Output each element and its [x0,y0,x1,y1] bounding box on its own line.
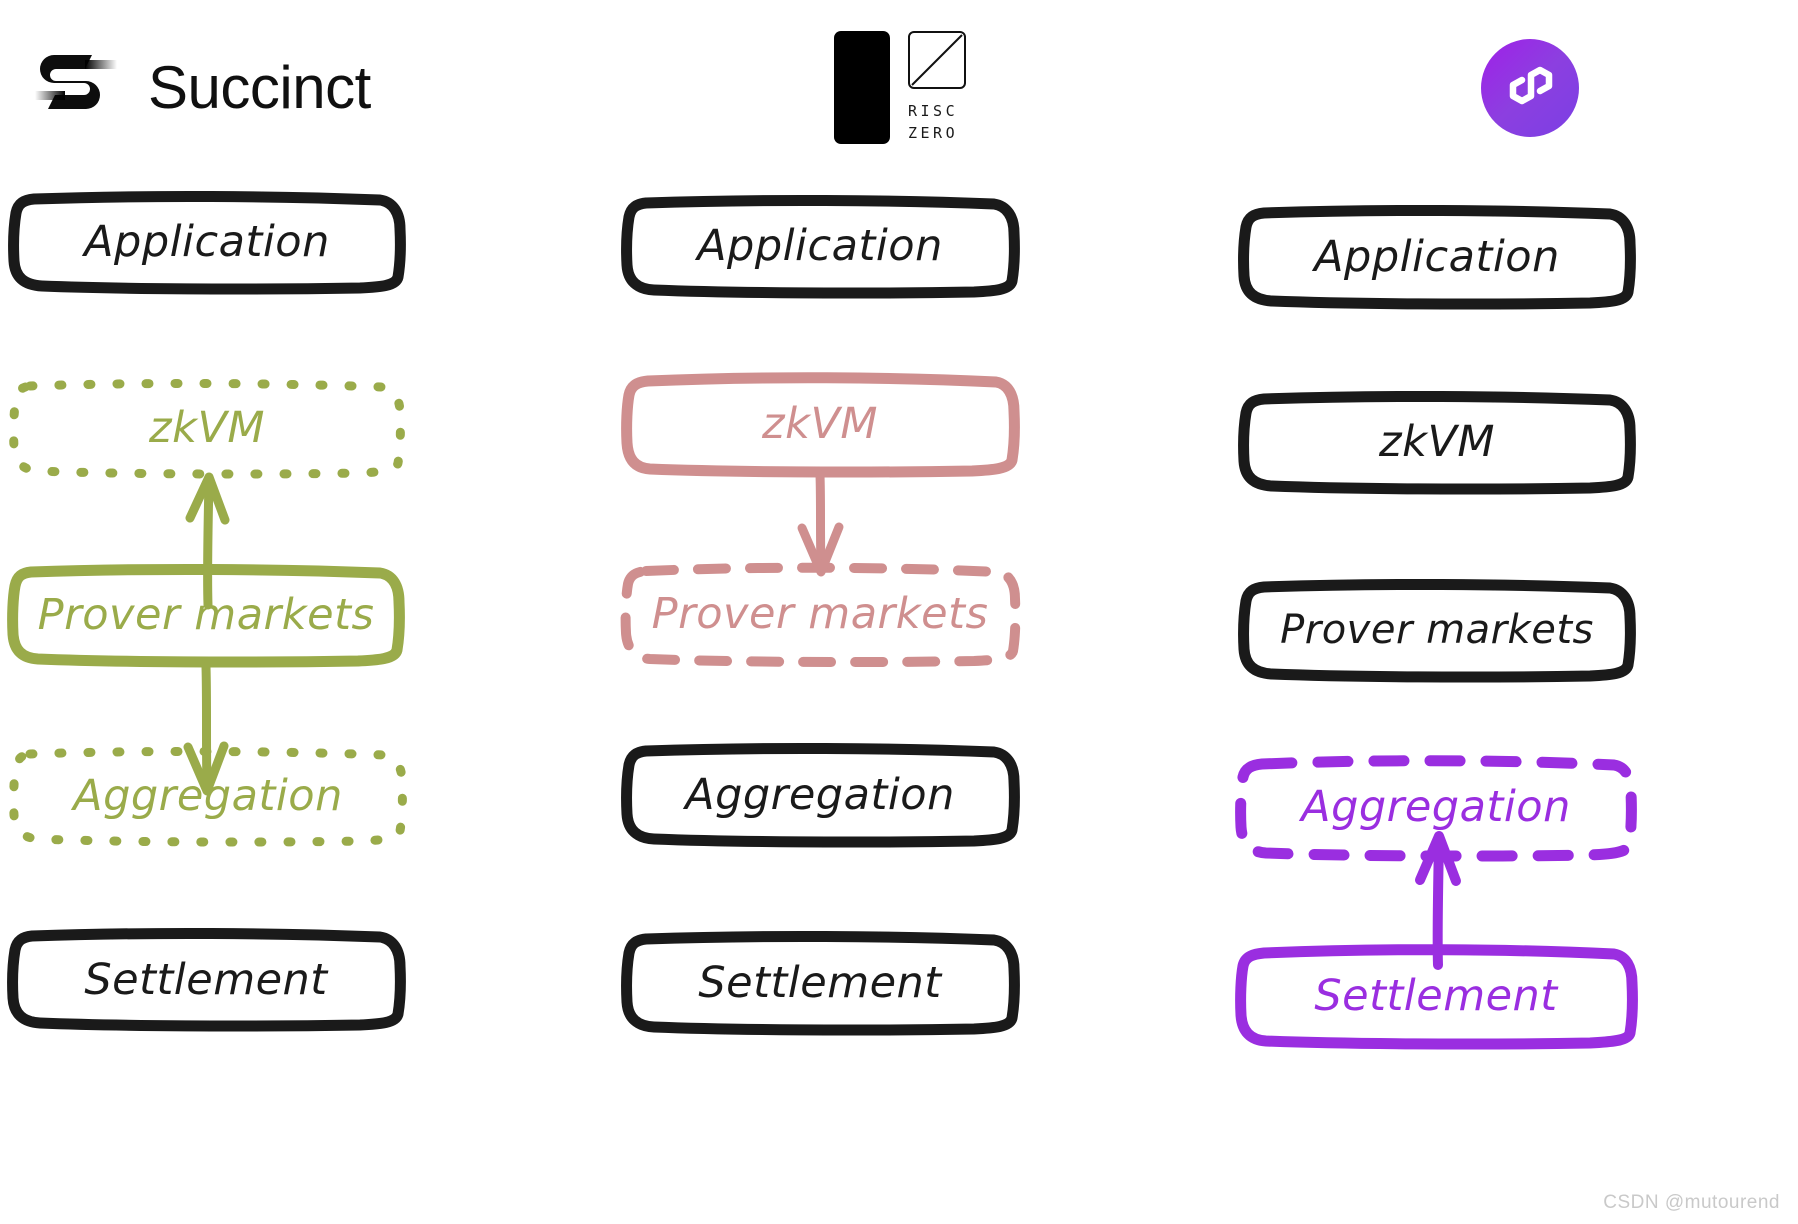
node-label: Aggregation [685,770,955,820]
risc-zero-square-icon [908,30,966,89]
node-label: Application [84,217,330,267]
node-succinct-zkvm[interactable]: zkVM [8,378,406,479]
node-label: zkVM [1379,417,1495,467]
node-succinct-settlement[interactable]: Settlement [6,927,406,1032]
node-polygon-aggregation[interactable]: Aggregation [1234,755,1638,862]
risc-zero-bar-icon [834,30,890,144]
node-label: zkVM [762,399,878,449]
risc-zero-line1: RISC [908,101,959,120]
diagram-canvas: Succinct RISC ZERO Application zkVM Prov… [0,0,1798,1224]
node-succinct-application[interactable]: Application [8,190,406,295]
polygon-icon [1481,38,1579,137]
node-polygon-prover-markets[interactable]: Prover markets [1238,578,1636,683]
risc-zero-line2: ZERO [908,123,959,142]
node-label: Application [1314,232,1560,282]
node-polygon-zkvm[interactable]: zkVM [1238,390,1636,495]
node-label: Prover markets [651,589,989,639]
node-risczero-settlement[interactable]: Settlement [620,930,1020,1036]
node-risczero-application[interactable]: Application [620,194,1020,299]
watermark: CSDN @mutourend [1603,1192,1780,1213]
node-label: Aggregation [1301,782,1571,832]
succinct-s-icon [30,47,122,129]
logo-row: Succinct RISC ZERO [0,0,1798,175]
node-label: Prover markets [1280,607,1594,653]
node-polygon-settlement[interactable]: Settlement [1234,944,1638,1050]
node-risczero-zkvm[interactable]: zkVM [620,372,1020,478]
node-label: Settlement [84,955,328,1005]
column-polygon: Application zkVM Prover markets Aggregat… [1230,175,1700,1224]
node-label: Settlement [1314,971,1558,1021]
node-succinct-prover-markets[interactable]: Prover markets [6,563,406,668]
node-label: Application [697,221,943,271]
succinct-wordmark: Succinct [148,54,371,121]
arrow-zkvm-to-prover [797,470,844,577]
node-label: Aggregation [73,771,343,821]
node-succinct-aggregation[interactable]: Aggregation [8,746,408,847]
logo-succinct: Succinct [20,0,490,175]
column-succinct: Application zkVM Prover markets Aggregat… [0,175,470,1224]
arrow-layer-succinct [183,472,230,796]
node-risczero-prover-markets[interactable]: Prover markets [620,562,1021,668]
logo-risczero: RISC ZERO [680,0,1120,175]
node-polygon-application[interactable]: Application [1238,204,1636,310]
arrow-layer-risczero [797,470,844,577]
logo-polygon [1300,0,1760,175]
node-label: zkVM [149,403,265,453]
column-risczero: Application zkVM Prover markets Aggregat… [620,175,1090,1224]
node-label: Settlement [698,958,942,1008]
arrow-layer-polygon [1415,831,1461,970]
node-risczero-aggregation[interactable]: Aggregation [620,742,1020,848]
node-label: Prover markets [37,590,375,640]
